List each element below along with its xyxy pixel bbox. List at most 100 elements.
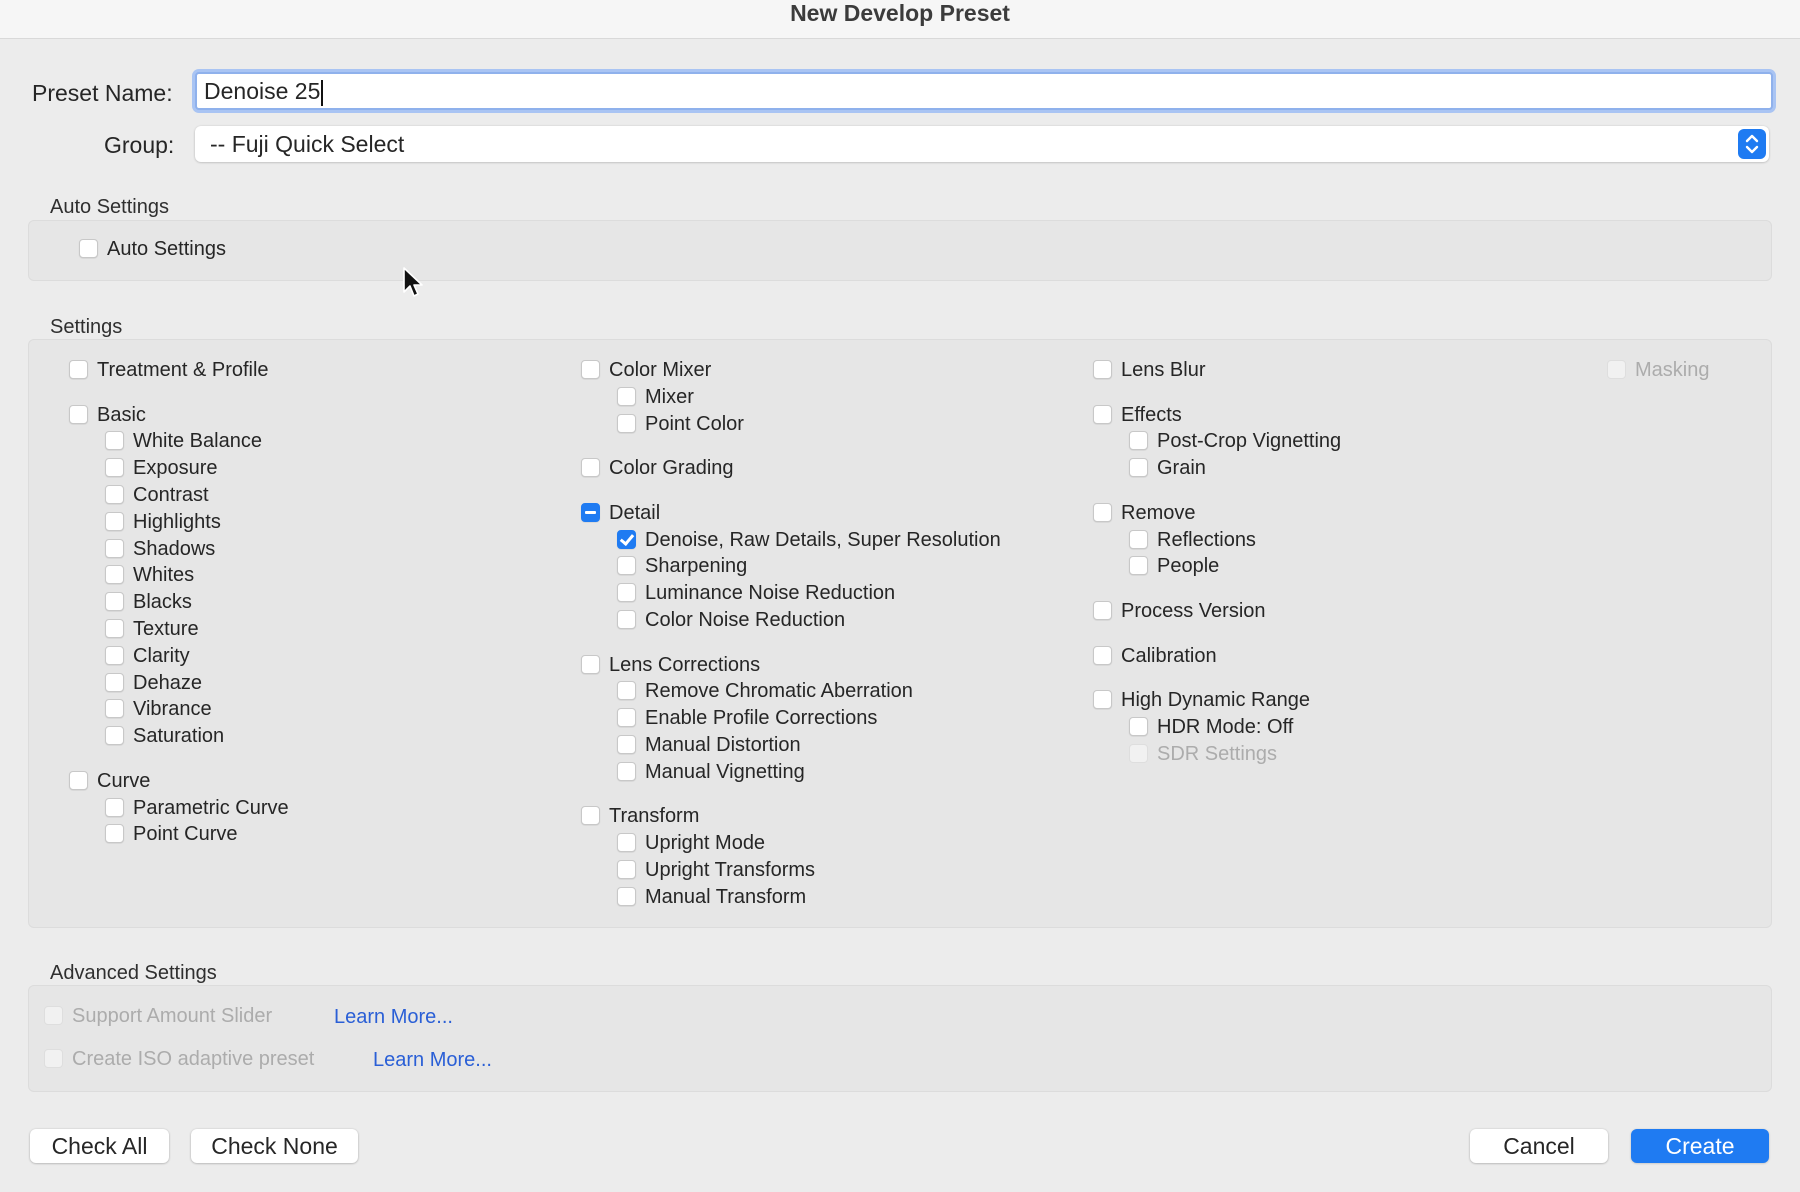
detail-label: Detail [609, 502, 661, 524]
group-select[interactable]: -- Fuji Quick Select [195, 126, 1769, 162]
curve-checkbox[interactable] [69, 771, 88, 790]
texture-checkbox[interactable] [105, 619, 124, 638]
clarity-checkbox[interactable] [105, 646, 124, 665]
support-amount-slider-learn-more-link[interactable]: Learn More... [334, 1005, 453, 1029]
dehaze-label: Dehaze [133, 672, 202, 694]
curve-label: Curve [97, 770, 151, 792]
auto-settings-checkbox[interactable] [79, 239, 98, 258]
lens-blur-checkbox[interactable] [1093, 360, 1112, 379]
exposure-checkbox[interactable] [105, 458, 124, 477]
process-version-checkbox[interactable] [1093, 601, 1112, 620]
process-version-label: Process Version [1121, 600, 1266, 622]
post-crop-vignetting-label: Post-Crop Vignetting [1157, 430, 1342, 452]
texture-label: Texture [133, 618, 199, 640]
manual-transform-checkbox[interactable] [617, 887, 636, 906]
support-amount-slider-label: Support Amount Slider [72, 1005, 273, 1027]
blacks-checkbox[interactable] [105, 592, 124, 611]
mixer-checkbox[interactable] [617, 387, 636, 406]
luminance-noise-reduction-checkbox[interactable] [617, 583, 636, 602]
post-crop-vignetting-checkbox[interactable] [1129, 431, 1148, 450]
preset-name-value: Denoise 25 [204, 78, 321, 104]
contrast-checkbox[interactable] [105, 485, 124, 504]
denoise-raw-details-super-resolution-checkbox[interactable] [617, 530, 636, 549]
iso-adaptive-checkbox[interactable] [44, 1049, 63, 1068]
auto-settings-section-title: Auto Settings [50, 196, 169, 218]
sharpening-checkbox[interactable] [617, 556, 636, 575]
color-mixer-checkbox[interactable] [581, 360, 600, 379]
sharpening-label: Sharpening [645, 555, 748, 577]
high-dynamic-range-label: High Dynamic Range [1121, 689, 1310, 711]
auto-settings-panel: Auto Settings [28, 220, 1772, 281]
treatment-profile-checkbox[interactable] [69, 360, 88, 379]
remove-checkbox[interactable] [1093, 503, 1112, 522]
text-caret [321, 79, 324, 106]
check-none-button[interactable]: Check None [191, 1129, 358, 1163]
lens-corrections-label: Lens Corrections [609, 654, 761, 676]
whites-label: Whites [133, 564, 195, 586]
whites-checkbox[interactable] [105, 565, 124, 584]
people-label: People [1157, 555, 1220, 577]
advanced-settings-panel: Support Amount Slider Learn More... Crea… [28, 985, 1772, 1092]
vibrance-checkbox[interactable] [105, 699, 124, 718]
lens-corrections-checkbox[interactable] [581, 655, 600, 674]
check-all-button[interactable]: Check All [30, 1129, 169, 1163]
detail-checkbox[interactable] [581, 503, 600, 522]
calibration-checkbox[interactable] [1093, 646, 1112, 665]
manual-distortion-checkbox[interactable] [617, 735, 636, 754]
highlights-checkbox[interactable] [105, 512, 124, 531]
grain-checkbox[interactable] [1129, 458, 1148, 477]
sdr-settings-checkbox[interactable] [1129, 744, 1148, 763]
cancel-button[interactable]: Cancel [1470, 1129, 1608, 1163]
upright-transforms-checkbox[interactable] [617, 860, 636, 879]
point-color-checkbox[interactable] [617, 414, 636, 433]
up-down-chevron-icon[interactable] [1738, 129, 1766, 159]
effects-checkbox[interactable] [1093, 405, 1112, 424]
iso-adaptive-learn-more-link[interactable]: Learn More... [373, 1048, 492, 1072]
shadows-checkbox[interactable] [105, 539, 124, 558]
transform-label: Transform [609, 805, 700, 827]
saturation-checkbox[interactable] [105, 726, 124, 745]
hdr-mode-off-checkbox[interactable] [1129, 717, 1148, 736]
parametric-curve-label: Parametric Curve [133, 797, 289, 819]
preset-name-label: Preset Name: [32, 80, 173, 106]
support-amount-slider-checkbox[interactable] [44, 1006, 63, 1025]
window-titlebar: New Develop Preset [0, 0, 1800, 39]
color-grading-checkbox[interactable] [581, 458, 600, 477]
create-button[interactable]: Create [1631, 1129, 1769, 1163]
color-mixer-label: Color Mixer [609, 359, 712, 381]
white-balance-checkbox[interactable] [105, 431, 124, 450]
dehaze-checkbox[interactable] [105, 673, 124, 692]
upright-mode-checkbox[interactable] [617, 833, 636, 852]
remove-chromatic-aberration-checkbox[interactable] [617, 681, 636, 700]
mouse-pointer-icon [402, 266, 424, 305]
manual-vignetting-label: Manual Vignetting [645, 761, 805, 783]
enable-profile-corrections-checkbox[interactable] [617, 708, 636, 727]
basic-checkbox[interactable] [69, 405, 88, 424]
settings-section-title: Settings [50, 316, 123, 338]
contrast-label: Contrast [133, 484, 209, 506]
transform-checkbox[interactable] [581, 806, 600, 825]
masking-checkbox[interactable] [1607, 360, 1626, 379]
settings-panel: Treatment & Profile Basic White Balance Exp… [28, 339, 1772, 928]
auto-settings-checkbox-label: Auto Settings [107, 238, 226, 260]
high-dynamic-range-checkbox[interactable] [1093, 690, 1112, 709]
point-curve-label: Point Curve [133, 823, 238, 845]
preset-name-input[interactable]: Denoise 25 [195, 72, 1773, 110]
color-noise-reduction-checkbox[interactable] [617, 610, 636, 629]
mixer-label: Mixer [645, 386, 694, 408]
white-balance-label: White Balance [133, 430, 262, 452]
color-grading-label: Color Grading [609, 457, 734, 479]
blacks-label: Blacks [133, 591, 192, 613]
manual-vignetting-checkbox[interactable] [617, 762, 636, 781]
grain-label: Grain [1157, 457, 1206, 479]
parametric-curve-checkbox[interactable] [105, 798, 124, 817]
manual-distortion-label: Manual Distortion [645, 734, 801, 756]
point-curve-checkbox[interactable] [105, 824, 124, 843]
group-select-value: -- Fuji Quick Select [210, 131, 405, 157]
manual-transform-label: Manual Transform [645, 886, 807, 908]
advanced-settings-section-title: Advanced Settings [50, 962, 217, 984]
reflections-checkbox[interactable] [1129, 530, 1148, 549]
highlights-label: Highlights [133, 511, 221, 533]
vibrance-label: Vibrance [133, 698, 212, 720]
people-checkbox[interactable] [1129, 556, 1148, 575]
